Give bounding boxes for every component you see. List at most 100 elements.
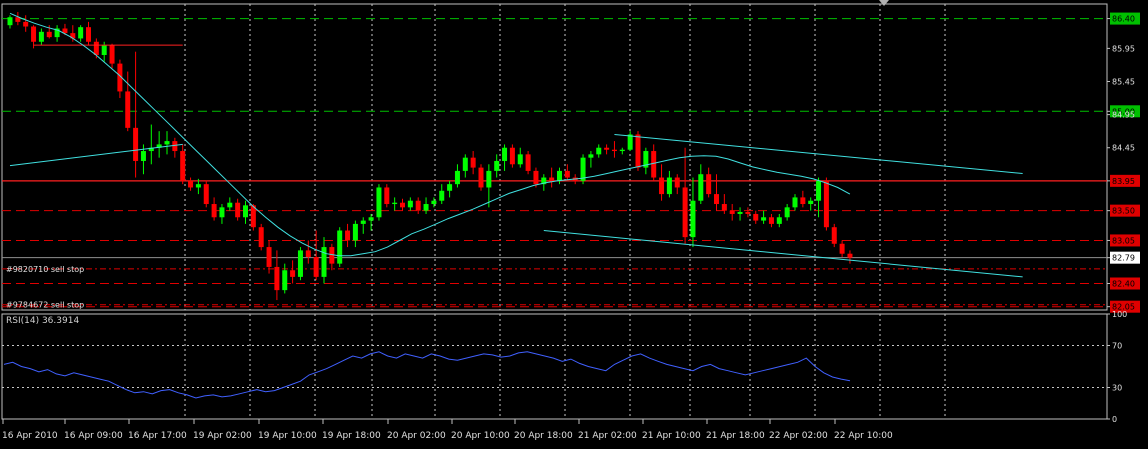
candle-body: [321, 247, 327, 277]
candle-body: [93, 41, 99, 55]
candle-body: [38, 31, 44, 42]
candle-body: [188, 180, 194, 188]
candle-body: [478, 167, 484, 188]
x-tick-label: 19 Apr 02:00: [193, 431, 252, 441]
candle-body: [101, 45, 107, 55]
candle-body: [761, 217, 767, 221]
x-tick-label: 20 Apr 02:00: [387, 431, 446, 441]
candle-body: [140, 151, 146, 161]
candle-body: [509, 147, 515, 165]
candle-body: [737, 211, 743, 214]
candle-body: [831, 227, 837, 244]
candle-body: [86, 27, 91, 42]
candle-body: [486, 170, 492, 188]
candle-body: [352, 223, 358, 241]
x-tick-label: 19 Apr 18:00: [322, 431, 381, 441]
candle-body: [337, 230, 343, 264]
candle-body: [564, 170, 570, 178]
y-tick-label: 85.95: [1112, 44, 1135, 53]
price-level-label: 86.40: [1112, 15, 1135, 24]
candle-body: [258, 227, 264, 248]
rsi-title: RSI(14) 36.3914: [6, 316, 79, 326]
x-tick-label: 21 Apr 18:00: [706, 431, 765, 441]
chart-svg: #9820710 sell stop #9784672 sell stop 16 …: [0, 0, 1148, 445]
candle-body: [219, 207, 225, 218]
y-tick-label: 84.45: [1112, 144, 1135, 153]
trading-chart[interactable]: #9820710 sell stop #9784672 sell stop 16 …: [0, 0, 1148, 445]
candle-body: [596, 147, 602, 155]
candle-body: [784, 207, 790, 218]
candle-body: [698, 174, 704, 201]
y-tick-label: 85.45: [1112, 77, 1135, 86]
candle-body: [78, 27, 84, 39]
chart-background: [0, 0, 1148, 445]
candle-body: [7, 17, 13, 26]
candle-body: [494, 160, 500, 171]
candle-body: [729, 210, 735, 214]
candle-body: [407, 200, 413, 208]
candle-body: [211, 204, 217, 218]
candle-body: [431, 200, 437, 205]
candle-body: [462, 157, 468, 171]
candle-body: [180, 151, 186, 181]
candle-body: [533, 170, 539, 185]
candle-body: [659, 177, 665, 195]
candle-body: [792, 197, 798, 208]
candle-body: [525, 154, 531, 171]
candle-body: [682, 187, 688, 238]
candle-body: [164, 141, 170, 145]
candle-body: [768, 217, 774, 224]
x-tick-label: 21 Apr 02:00: [578, 431, 637, 441]
x-tick-label: 20 Apr 18:00: [514, 431, 573, 441]
price-level-label: 83.05: [1112, 236, 1135, 245]
candle-body: [470, 157, 476, 168]
candle-body: [808, 200, 814, 205]
rsi-tick-label: 0: [1112, 415, 1117, 424]
candle-body: [384, 187, 390, 205]
candle-body: [133, 127, 139, 161]
x-tick-label: 16 Apr 17:00: [128, 431, 187, 441]
candle-body: [345, 230, 351, 241]
candle-body: [619, 149, 625, 152]
candle-body: [305, 250, 311, 258]
candle-body: [368, 217, 374, 221]
candle-body: [46, 31, 52, 38]
candle-body: [690, 200, 696, 238]
candle-body: [635, 134, 641, 168]
candle-body: [776, 217, 782, 224]
candle-body: [714, 194, 719, 205]
candle-body: [753, 213, 759, 221]
candle-body: [266, 247, 272, 267]
candle-body: [839, 243, 845, 254]
candle-body: [109, 45, 115, 64]
candle-body: [447, 184, 453, 191]
candle-body: [439, 190, 445, 201]
candle-body: [243, 205, 248, 218]
candle-body: [674, 177, 680, 188]
candle-body: [235, 202, 241, 218]
candle-body: [195, 184, 201, 188]
candle-body: [745, 211, 751, 214]
price-level-label: 83.50: [1112, 207, 1135, 216]
candle-body: [274, 266, 280, 291]
candle-body: [706, 174, 712, 195]
candle-body: [816, 180, 822, 201]
candle-body: [423, 204, 429, 211]
price-level-label: 82.40: [1112, 280, 1135, 289]
x-tick-label: 19 Apr 10:00: [258, 431, 317, 441]
rsi-tick-label: 30: [1112, 384, 1122, 393]
rsi-tick-label: 70: [1112, 342, 1122, 351]
x-tick-label: 16 Apr 2010: [2, 431, 58, 441]
candle-body: [290, 270, 296, 277]
candle-body: [721, 204, 727, 211]
order-label: #9820710 sell stop: [6, 265, 84, 274]
x-tick-label: 21 Apr 10:00: [642, 431, 701, 441]
candle-body: [454, 170, 460, 185]
y-tick-label: 84.95: [1112, 111, 1135, 120]
x-tick-label: 16 Apr 09:00: [64, 431, 123, 441]
candle-body: [800, 197, 806, 205]
candle-body: [651, 151, 657, 178]
candle-body: [604, 147, 610, 150]
candle-body: [227, 202, 233, 208]
price-level-label: 83.95: [1112, 177, 1135, 186]
